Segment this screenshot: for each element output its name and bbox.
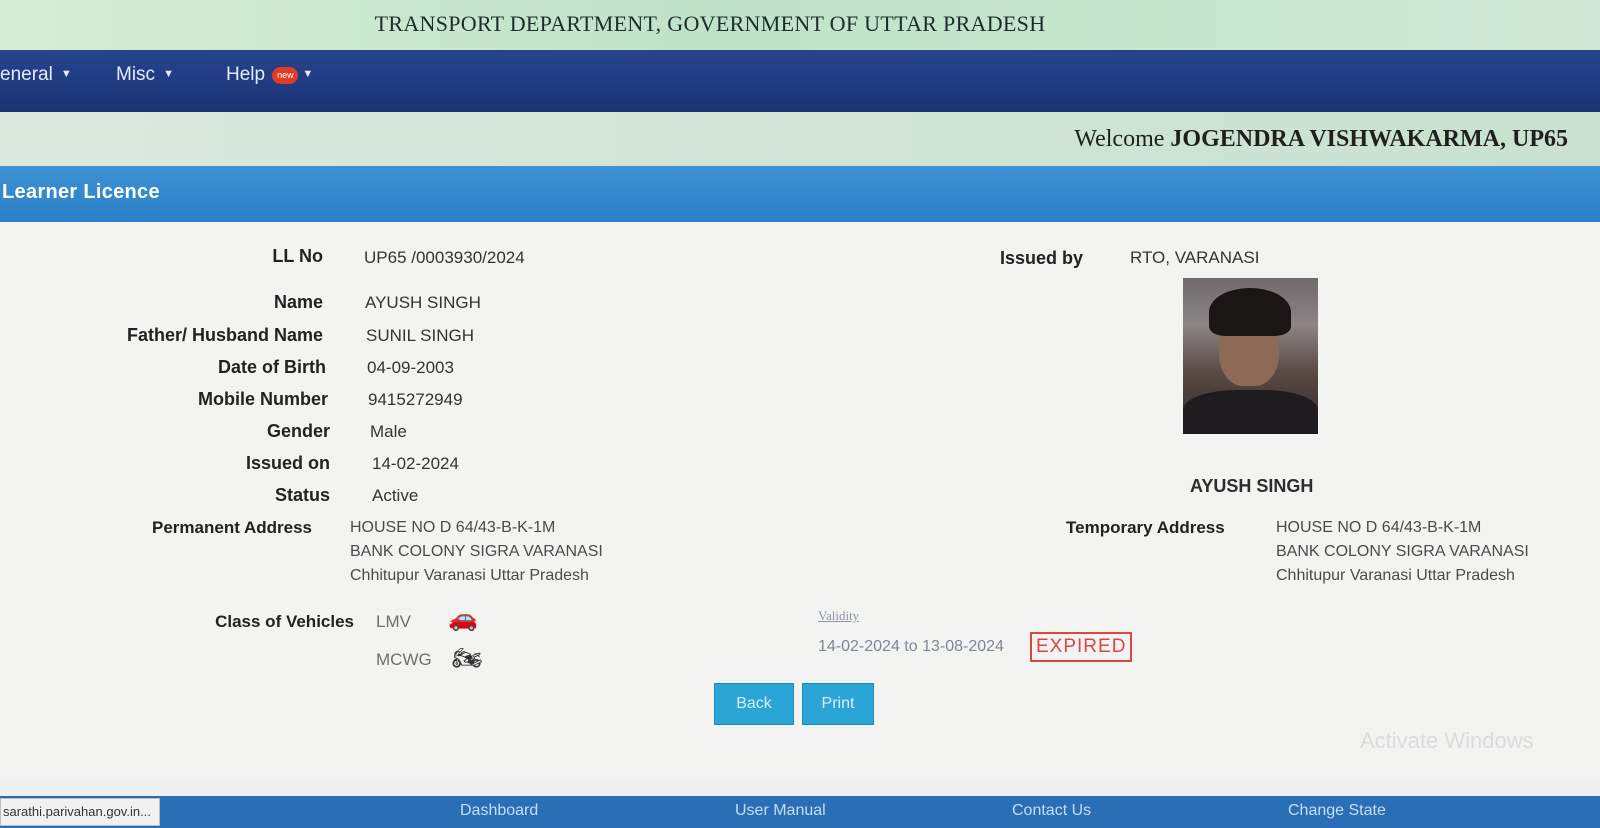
permanent-address-line: HOUSE NO D 64/43-B-K-1M [350, 519, 556, 536]
temporary-address-line: Chhitupur Varanasi Uttar Pradesh [1276, 567, 1515, 584]
ll-no-label: LL No [272, 246, 323, 266]
cov-mcwg: MCWG [376, 650, 432, 669]
validity-period: 14-02-2024 to 13-08-2024 [818, 638, 1004, 655]
father-name-label: Father/ Husband Name [126, 325, 323, 345]
issued-on-value: 14-02-2024 [372, 454, 459, 473]
footer-contact-link[interactable]: Contact Us [1012, 802, 1091, 820]
welcome-prefix: Welcome [1074, 126, 1165, 152]
welcome-strip: Welcome JOGENDRA VISHWAKARMA, UP65 [0, 112, 1600, 166]
mobile-label: Mobile Number [197, 389, 328, 409]
father-name-value: SUNIL SINGH [366, 326, 475, 345]
car-icon: 🚗 [448, 605, 478, 632]
temporary-address-line: HOUSE NO D 64/43-B-K-1M [1276, 519, 1482, 536]
status-label: Status [274, 485, 330, 505]
permanent-address-label: Permanent Address [152, 518, 312, 537]
gender-label: Gender [266, 421, 330, 441]
photo-body-shape [1183, 390, 1318, 434]
nav-general-label: eneral [0, 64, 53, 85]
activate-windows-watermark: Activate Windows [1360, 728, 1534, 753]
top-banner: TRANSPORT DEPARTMENT, GOVERNMENT OF UTTA… [0, 0, 1600, 51]
chevron-down-icon: ▼ [60, 68, 72, 80]
mobile-value: 9415272949 [368, 390, 463, 409]
print-button[interactable]: Print [802, 683, 874, 725]
main-navbar: eneral ▼ Misc ▼ Help new ▼ [0, 50, 1600, 112]
nav-misc[interactable]: Misc ▼ [116, 64, 174, 86]
motorcycle-icon: 🏍 [452, 645, 483, 672]
cov-lmv: LMV [376, 612, 411, 631]
welcome-text: Welcome JOGENDRA VISHWAKARMA, UP65 [1074, 126, 1568, 153]
cov-label: Class of Vehicles [215, 612, 354, 631]
nav-general[interactable]: eneral ▼ [0, 64, 72, 86]
permanent-address: HOUSE NO D 64/43-B-K-1M BANK COLONY SIGR… [350, 516, 603, 588]
footer-user-manual-link[interactable]: User Manual [735, 802, 826, 820]
photo-hair-shape [1209, 288, 1291, 336]
chevron-down-icon: ▼ [302, 68, 314, 80]
status-value: Active [372, 486, 419, 505]
temporary-address-line: BANK COLONY SIGRA VARANASI [1276, 543, 1529, 560]
validity-link[interactable]: Validity [818, 608, 859, 624]
applicant-photo [1183, 278, 1318, 434]
ll-no-value: UP65 /0003930/2024 [364, 248, 525, 267]
issued-on-label: Issued on [245, 453, 330, 473]
status-bar-url: sarathi.parivahan.gov.in... [0, 798, 160, 826]
footer-bar: Dashboard User Manual Contact Us Change … [0, 796, 1600, 828]
expired-stamp: EXPIRED [1030, 632, 1133, 662]
issued-by-label: Issued by [1000, 248, 1084, 268]
dob-value: 04-09-2003 [367, 358, 454, 377]
temporary-address-label: Temporary Address [1066, 518, 1225, 537]
temporary-address: HOUSE NO D 64/43-B-K-1M BANK COLONY SIGR… [1276, 516, 1529, 588]
licence-details-panel [0, 222, 1600, 777]
footer-dashboard-link[interactable]: Dashboard [460, 802, 538, 820]
department-title: TRANSPORT DEPARTMENT, GOVERNMENT OF UTTA… [374, 11, 1046, 36]
new-badge: new [272, 67, 299, 84]
back-button[interactable]: Back [714, 683, 794, 725]
photo-caption: AYUSH SINGH [1190, 476, 1314, 496]
issued-by-value: RTO, VARANASI [1130, 248, 1260, 267]
permanent-address-line: Chhitupur Varanasi Uttar Pradesh [350, 567, 589, 584]
welcome-user: JOGENDRA VISHWAKARMA, UP65 [1170, 126, 1568, 152]
nav-misc-label: Misc [116, 64, 156, 85]
permanent-address-line: BANK COLONY SIGRA VARANASI [350, 543, 603, 560]
gender-value: Male [370, 422, 407, 441]
nav-help-label: Help [226, 64, 266, 85]
dob-label: Date of Birth [218, 357, 326, 377]
section-title: Learner Licence [2, 181, 160, 203]
name-value: AYUSH SINGH [365, 293, 481, 312]
section-header: Learner Licence [0, 166, 1600, 222]
footer-change-state-link[interactable]: Change State [1288, 802, 1386, 820]
chevron-down-icon: ▼ [163, 68, 174, 80]
nav-help[interactable]: Help new ▼ [226, 64, 313, 86]
name-label: Name [273, 292, 323, 312]
